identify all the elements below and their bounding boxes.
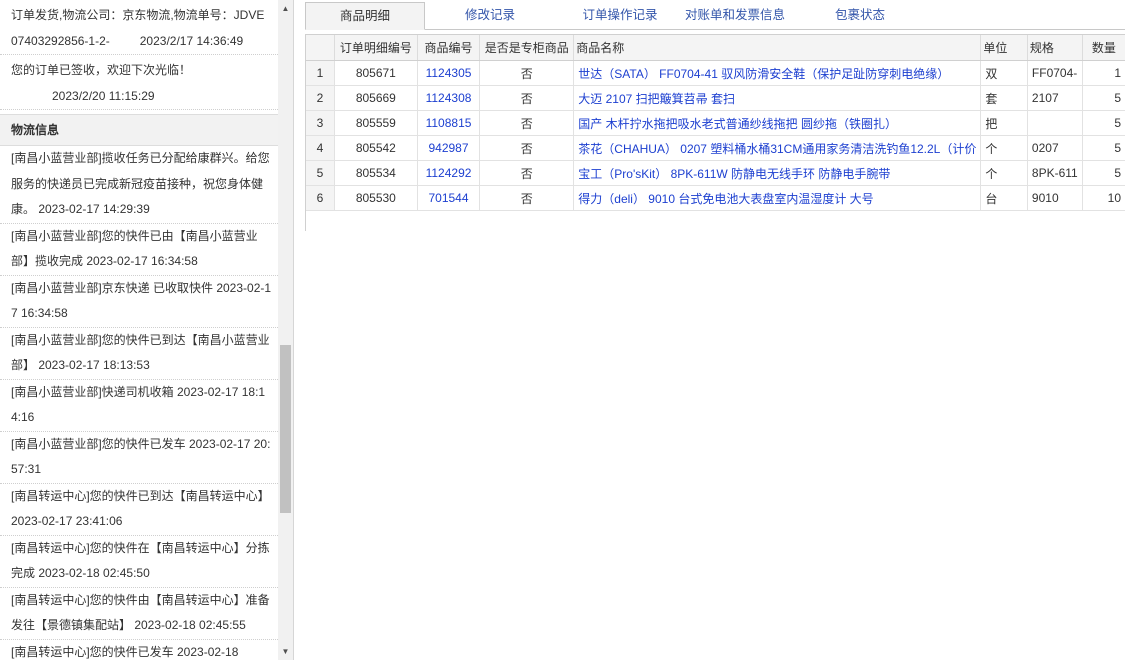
cell-product-name[interactable]: 世达（SATA） FF0704-41 驭风防滑安全鞋（保护足趾防穿刺电绝缘） [573,60,982,86]
product-table: 订单明细编号 商品编号 是否是专柜商品 商品名称 单位 规格 数量 1 80567… [306,35,1125,211]
order-note-time: 2023/2/20 11:15:29 [52,88,155,103]
cell-row-number: 1 [306,60,335,86]
cell-spec: 9010 [1027,185,1083,211]
logistics-log-entry: [南昌小蓝营业部]您的快件已由【南昌小蓝营业部】揽收完成 2023-02-17 … [0,224,278,276]
scrollbar-thumb[interactable] [280,345,291,513]
cell-row-number: 4 [306,135,335,161]
left-info-panel: 订单发货,物流公司：京东物流,物流单号：JDVE07403292856-1-2-… [0,0,279,660]
header-spec[interactable]: 规格 [1027,35,1083,61]
order-note-time: 2023/2/17 14:36:49 [139,33,244,48]
header-unit[interactable]: 单位 [980,35,1028,61]
cell-spec: 8PK-611 [1027,160,1083,186]
logistics-log-entry: [南昌小蓝营业部]您的快件已发车 2023-02-17 20:57:31 [0,432,278,484]
cell-row-number: 3 [306,110,335,136]
logistics-log-entry: [南昌小蓝营业部]京东快递 已收取快件 2023-02-17 16:34:58 [0,276,278,328]
cell-detail-id: 805669 [334,85,418,111]
cell-quantity: 1 [1082,60,1125,86]
order-detail-area: 商品明细 修改记录 订单操作记录 对账单和发票信息 包裹状态 订单明细编号 商品… [305,0,1125,660]
logistics-log-entry: [南昌小蓝营业部]您的快件已到达【南昌小蓝营业部】 2023-02-17 18:… [0,328,278,380]
order-note-2: 您的订单已签收，欢迎下次光临！ 2023/2/20 11:15:29 [0,55,278,110]
cell-counter-flag: 否 [479,160,575,186]
tab-modify-records[interactable]: 修改记录 [445,2,535,28]
header-product-id[interactable]: 商品编号 [417,35,481,61]
logistics-section-title: 物流信息 [0,114,278,146]
logistics-log-entry: [南昌转运中心]您的快件由【南昌转运中心】准备发往【景德镇集配站】 2023-0… [0,588,278,640]
cell-unit: 个 [980,160,1028,186]
table-row[interactable]: 5 805534 1124292 否宝工（Pro'sKit） 8PK-611W 防静电… [306,160,1125,186]
header-detail-id[interactable]: 订单明细编号 [334,35,418,61]
cell-counter-flag: 否 [479,185,575,211]
cell-product-id[interactable]: 942987 [417,135,481,161]
cell-product-name[interactable]: 宝工（Pro'sKit） 8PK-611W 防静电无线手环 防静电手腕带 [573,160,982,186]
cell-spec: FF0704- [1027,60,1083,86]
cell-product-name[interactable]: 得力（deli） 9010 台式免电池大表盘室内温湿度计 大号 [573,185,982,211]
logistics-log-list: [南昌小蓝营业部]揽收任务已分配给康群兴。给您服务的快递员已完成新冠疫苗接种，祝… [0,146,278,660]
table-header-row: 订单明细编号 商品编号 是否是专柜商品 商品名称 单位 规格 数量 [306,35,1125,61]
order-note-1: 订单发货,物流公司：京东物流,物流单号：JDVE07403292856-1-2-… [0,0,278,55]
cell-product-id[interactable]: 1124292 [417,160,481,186]
cell-unit: 把 [980,110,1028,136]
left-panel-scrollbar[interactable]: ▲ ▼ [278,0,294,660]
table-row[interactable]: 1 805671 1124305 否世达（SATA） FF0704-41 驭风防滑安全… [306,60,1125,86]
cell-product-name[interactable]: 国产 木杆拧水拖把吸水老式普通纱线拖把 圆纱拖（铁圈扎） [573,110,982,136]
cell-row-number: 5 [306,160,335,186]
order-note-text: 您的订单已签收，欢迎下次光临！ [11,63,192,77]
logistics-log-entry: [南昌转运中心]您的快件已到达【南昌转运中心】 2023-02-17 23:41… [0,484,278,536]
cell-quantity: 5 [1082,110,1125,136]
header-product-name[interactable]: 商品名称 [573,35,982,61]
header-counter-product[interactable]: 是否是专柜商品 [479,35,575,61]
table-row[interactable]: 6 805530 701544 否得力（deli） 9010 台式免电池大表盘室内温湿… [306,185,1125,211]
cell-detail-id: 805530 [334,185,418,211]
cell-detail-id: 805671 [334,60,418,86]
table-row[interactable]: 3 805559 1108815 否国产 木杆拧水拖把吸水老式普通纱线拖把 圆纱拖（铁… [306,110,1125,136]
cell-quantity: 10 [1082,185,1125,211]
cell-quantity: 5 [1082,85,1125,111]
scroll-down-arrow-icon[interactable]: ▼ [278,643,293,660]
tab-statement-invoice[interactable]: 对账单和发票信息 [680,2,790,28]
cell-detail-id: 805559 [334,110,418,136]
table-row[interactable]: 4 805542 942987 否茶花（CHAHUA） 0207 塑料桶水桶31CM通… [306,135,1125,161]
cell-unit: 个 [980,135,1028,161]
table-row[interactable]: 2 805669 1124308 否大迈 2107 扫把簸箕苕帚 套扫套 2107 5 [306,85,1125,111]
cell-product-id[interactable]: 1124308 [417,85,481,111]
cell-product-id[interactable]: 1124305 [417,60,481,86]
cell-unit: 套 [980,85,1028,111]
cell-product-name[interactable]: 茶花（CHAHUA） 0207 塑料桶水桶31CM通用家务清洁洗钓鱼12.2L（… [573,135,982,161]
cell-product-name[interactable]: 大迈 2107 扫把簸箕苕帚 套扫 [573,85,982,111]
tab-product-detail[interactable]: 商品明细 [305,2,425,30]
tab-package-status[interactable]: 包裹状态 [820,2,900,28]
cell-counter-flag: 否 [479,85,575,111]
header-quantity[interactable]: 数量 [1082,35,1125,61]
product-detail-grid: 订单明细编号 商品编号 是否是专柜商品 商品名称 单位 规格 数量 1 80567… [305,34,1125,231]
scroll-up-arrow-icon[interactable]: ▲ [278,0,293,17]
logistics-log-entry: [南昌小蓝营业部]揽收任务已分配给康群兴。给您服务的快递员已完成新冠疫苗接种，祝… [0,146,278,224]
detail-tabs: 商品明细 修改记录 订单操作记录 对账单和发票信息 包裹状态 [305,2,1125,30]
cell-quantity: 5 [1082,160,1125,186]
cell-unit: 台 [980,185,1028,211]
cell-product-id[interactable]: 701544 [417,185,481,211]
logistics-log-entry: [南昌转运中心]您的快件在【南昌转运中心】分拣完成 2023-02-18 02:… [0,536,278,588]
logistics-log-entry: [南昌小蓝营业部]快递司机收箱 2023-02-17 18:14:16 [0,380,278,432]
cell-counter-flag: 否 [479,110,575,136]
cell-spec: 2107 [1027,85,1083,111]
cell-detail-id: 805534 [334,160,418,186]
cell-spec: 0207 [1027,135,1083,161]
cell-row-number: 2 [306,85,335,111]
tab-order-operation-records[interactable]: 订单操作记录 [565,2,675,28]
header-row-number [306,35,335,61]
cell-product-id[interactable]: 1108815 [417,110,481,136]
cell-detail-id: 805542 [334,135,418,161]
logistics-log-entry: [南昌转运中心]您的快件已发车 2023-02-18 [0,640,278,660]
cell-quantity: 5 [1082,135,1125,161]
cell-unit: 双 [980,60,1028,86]
cell-row-number: 6 [306,185,335,211]
cell-spec [1027,110,1083,136]
cell-counter-flag: 否 [479,135,575,161]
cell-counter-flag: 否 [479,60,575,86]
